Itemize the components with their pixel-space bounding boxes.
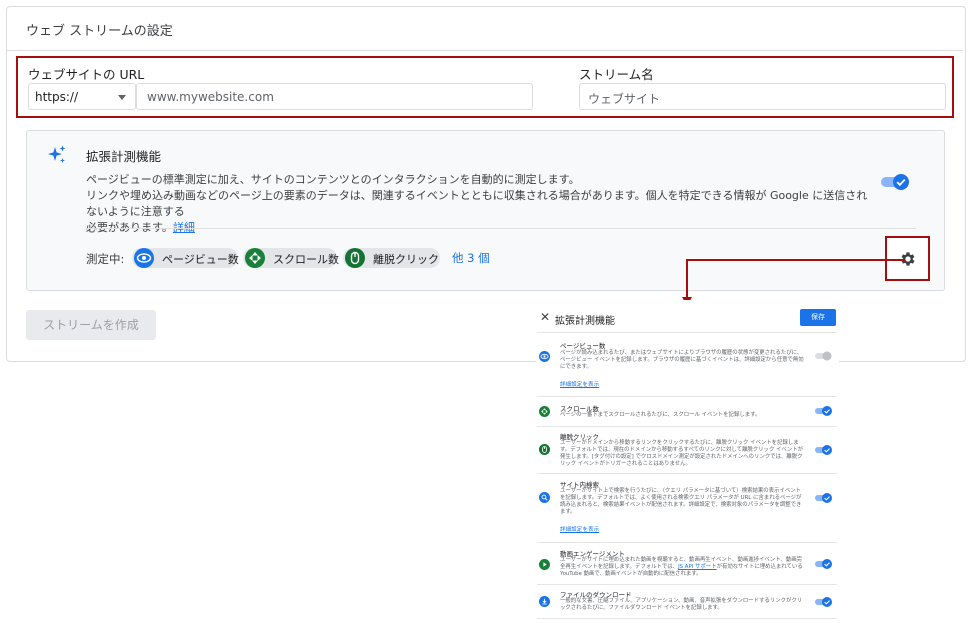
eye-icon: [539, 351, 550, 362]
website-url-input[interactable]: www.mywebsite.com: [136, 83, 533, 110]
file-downloads-toggle[interactable]: [814, 596, 833, 608]
stream-name-input[interactable]: ウェブサイト: [579, 83, 946, 110]
scroll-icon: [539, 406, 550, 417]
scrolls-desc: ページの一番下までスクロールされるたびに、スクロール イベントを記録します。: [560, 412, 761, 418]
chevron-down-icon: [118, 95, 126, 100]
page-title: ウェブ ストリームの設定: [26, 24, 173, 39]
create-stream-button[interactable]: ストリームを作成: [26, 310, 156, 340]
chip-label: スクロール数: [273, 253, 339, 266]
close-icon[interactable]: ✕: [540, 310, 550, 324]
search-icon: [539, 492, 550, 503]
detail-divider: [537, 396, 837, 397]
header-divider: [7, 50, 963, 51]
download-icon: [539, 596, 550, 607]
enhanced-measurement-title: 拡張計測機能: [86, 149, 162, 164]
scroll-icon: [245, 248, 265, 268]
detail-divider: [537, 426, 837, 427]
chip-label: ページビュー数: [162, 253, 239, 266]
site-search-show-details[interactable]: 詳細設定を表示: [560, 525, 599, 533]
scrolls-toggle[interactable]: [814, 405, 833, 417]
outbound-clicks-toggle[interactable]: [814, 444, 833, 456]
detail-panel-title: 拡張計測機能: [555, 316, 615, 327]
video-engagement-desc: ユーザーがサイトに埋め込まれた動画を視聴すると、動画再生イベント、動画進捗イベン…: [560, 557, 805, 578]
file-downloads-desc: 一般的な文書、圧縮ファイル、アプリケーション、動画、音声拡張をダウンロードするリ…: [560, 598, 803, 611]
chip-page-views: ページビュー数: [132, 248, 239, 268]
detail-divider: [537, 584, 837, 585]
video-engagement-toggle[interactable]: [814, 558, 833, 570]
page-views-title: ページビュー数: [560, 342, 606, 350]
eye-icon: [134, 248, 154, 268]
detail-panel-divider: [537, 332, 837, 333]
detail-divider: [537, 473, 837, 474]
description-line-2: リンクや埋め込み動画などのページ上の要素のデータは、関連するイベントとともに収集…: [86, 189, 868, 218]
website-url-label: ウェブサイトの URL: [28, 67, 145, 82]
description-line-1: ページビューの標準測定に加え、サイトのコンテンツとのインタラクションを自動的に測…: [86, 173, 580, 186]
save-button[interactable]: 保存: [800, 309, 836, 326]
js-api-support-link[interactable]: JS API サポート: [678, 564, 717, 570]
chip-scrolls: スクロール数: [243, 248, 339, 268]
detail-divider: [537, 618, 837, 619]
protocol-value: https://: [35, 90, 79, 104]
site-search-desc: ユーザーがサイト上で検索を行うたびに、（クエリ パラメータに基づいて）検索結果の…: [560, 488, 802, 515]
mouse-icon: [539, 444, 550, 455]
site-search-toggle[interactable]: [814, 492, 833, 504]
protocol-select[interactable]: https://: [28, 83, 136, 110]
mouse-icon: [345, 248, 365, 268]
enhanced-measurement-toggle[interactable]: [880, 173, 910, 191]
page-views-toggle[interactable]: [814, 350, 833, 362]
chip-label: 離脱クリック: [373, 253, 439, 266]
enhanced-measurement-description: ページビューの標準測定に加え、サイトのコンテンツとのインタラクションを自動的に測…: [86, 172, 876, 236]
chip-outbound-clicks: 離脱クリック: [343, 248, 440, 268]
page-views-desc: ページが読み込まれるたび、またはウェブサイトによりブラウザの履歴の状態が変更され…: [560, 350, 804, 370]
page-views-show-details[interactable]: 詳細設定を表示: [560, 380, 599, 388]
sparkle-icon: [46, 144, 68, 170]
outbound-clicks-desc: ユーザーがドメインから移動するリンクをクリックするたびに、離脱クリック イベント…: [560, 440, 803, 467]
panel-divider: [86, 228, 916, 229]
detail-divider: [537, 542, 837, 543]
measuring-label: 測定中:: [86, 252, 125, 266]
play-icon: [539, 559, 550, 570]
stream-name-label: ストリーム名: [579, 67, 654, 82]
more-events-link[interactable]: 他 3 個: [452, 250, 490, 266]
